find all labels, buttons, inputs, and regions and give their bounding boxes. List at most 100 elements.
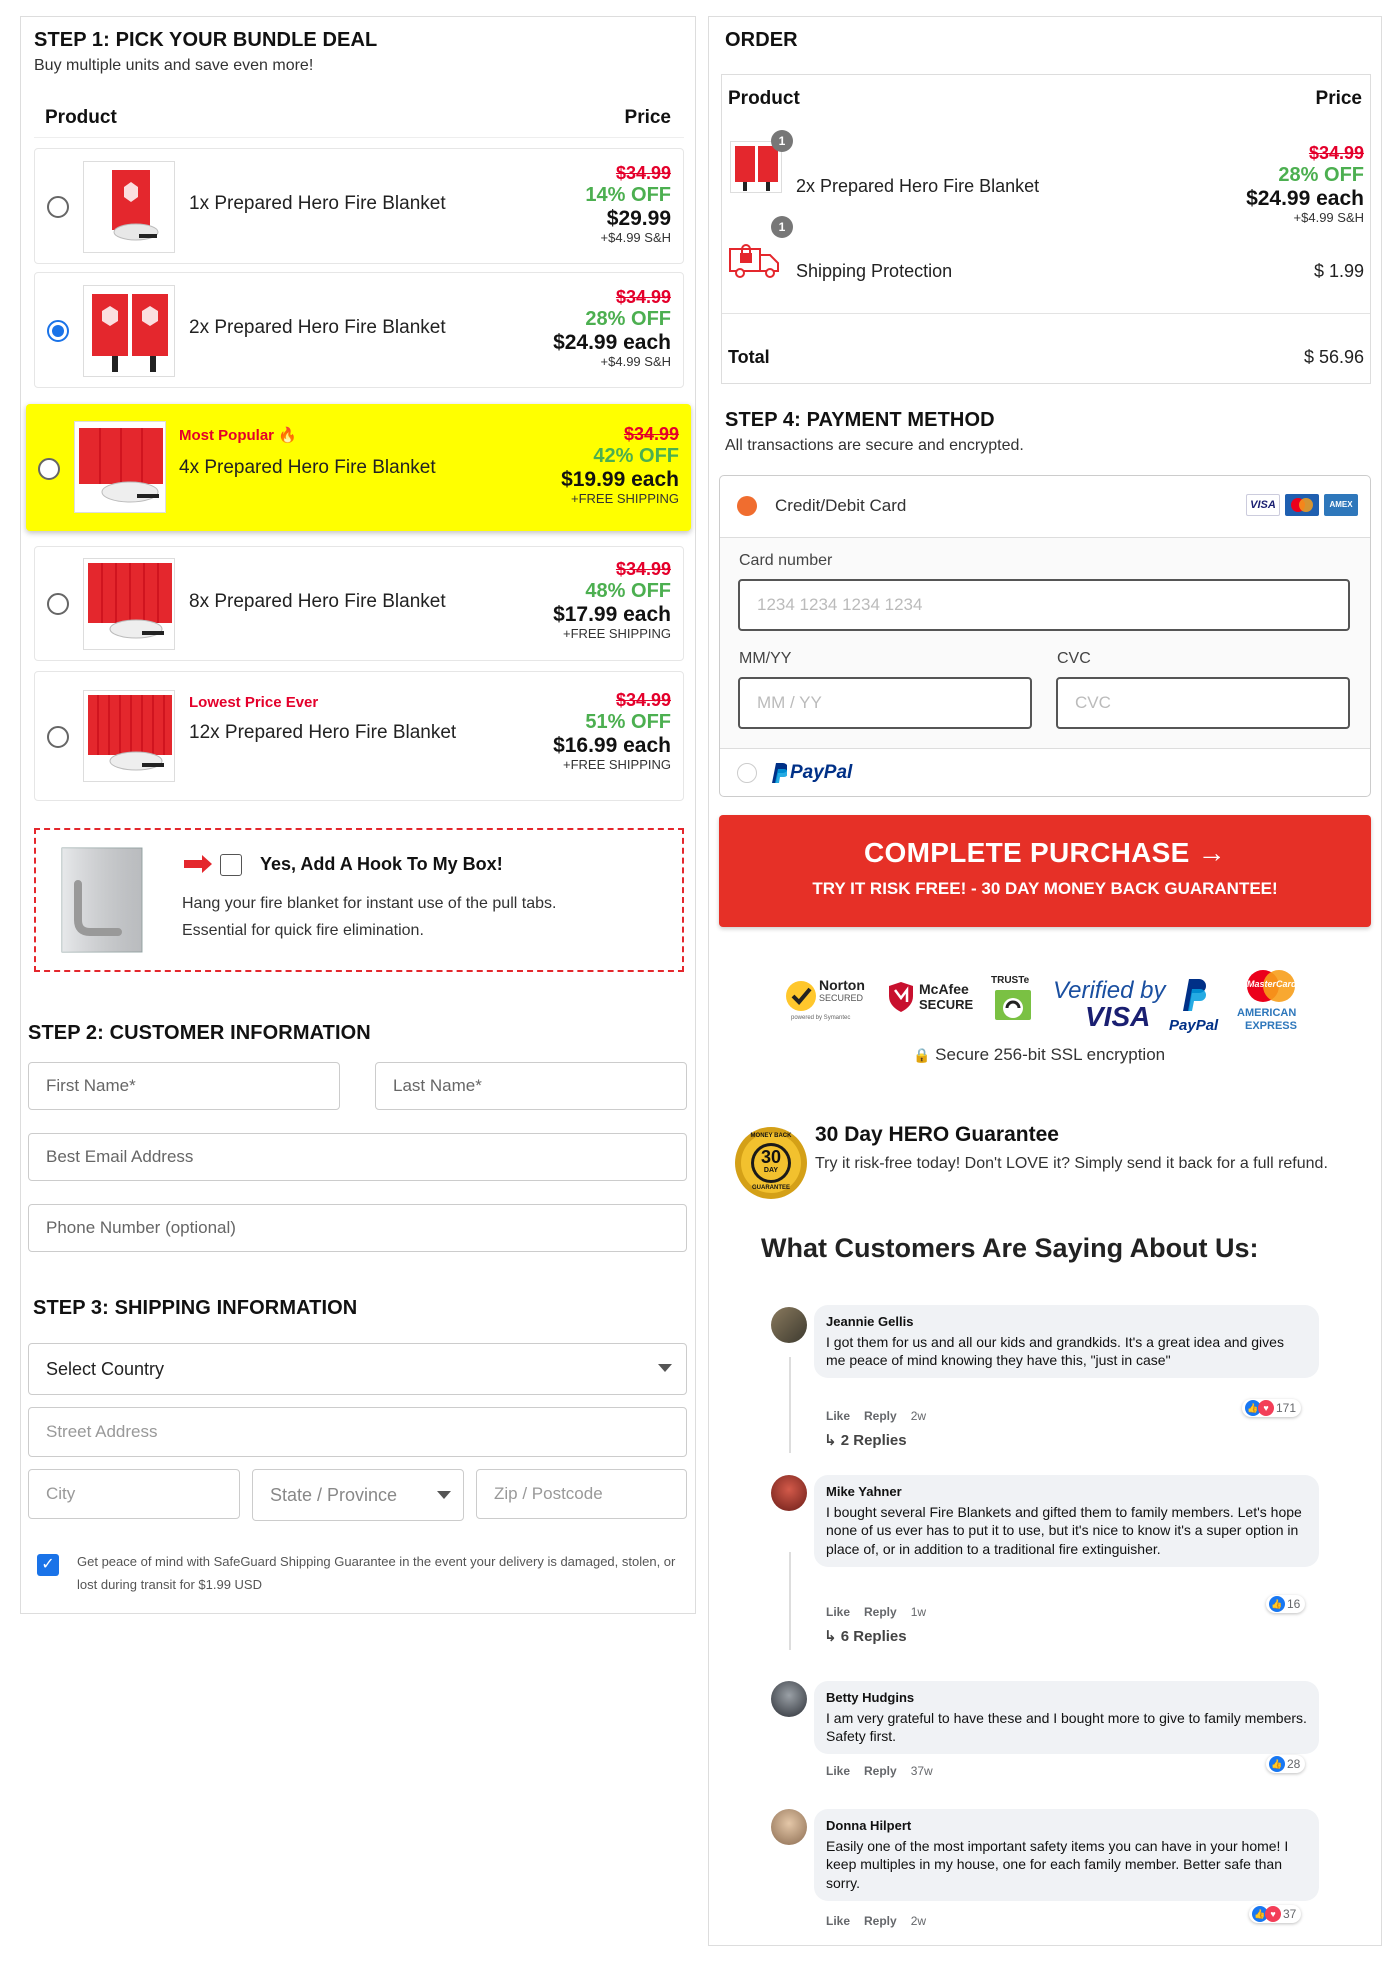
- state-select[interactable]: State / Province: [252, 1469, 464, 1521]
- seal-day-text: DAY: [763, 1167, 779, 1174]
- review-text: I got them for us and all our kids and g…: [826, 1333, 1284, 1369]
- divider: [34, 137, 684, 138]
- bundle-option-8x[interactable]: 8x Prepared Hero Fire Blanket $34.99 48%…: [34, 546, 684, 661]
- card-option-label: Credit/Debit Card: [775, 496, 907, 515]
- order-title: ORDER: [725, 29, 798, 51]
- review-bubble: Betty Hudgins I am very grateful to have…: [814, 1681, 1319, 1755]
- mcafee-shield-icon: [889, 982, 913, 1012]
- avatar: [771, 1681, 807, 1717]
- like-link[interactable]: Like: [826, 1409, 850, 1423]
- safeguard-checkbox-checked[interactable]: ✓: [37, 1554, 59, 1576]
- norton-badge: Norton SECURED powered by Symantec: [785, 975, 869, 1025]
- paypal-badge-label: PayPal: [1169, 1017, 1219, 1034]
- amex-line-1: AMERICAN: [1237, 1007, 1297, 1019]
- step4-title: STEP 4: PAYMENT METHOD: [725, 409, 995, 431]
- paypal-option-row[interactable]: PayPal: [720, 748, 1370, 796]
- hook-desc-2: Essential for quick fire elimination.: [182, 922, 424, 939]
- lock-icon: 🔒: [913, 1047, 931, 1063]
- norton-powered: powered by Symantec: [791, 1015, 851, 1021]
- card-option-row[interactable]: Credit/Debit Card VISA AMEX: [720, 476, 1370, 538]
- payment-box: Credit/Debit Card VISA AMEX Card number …: [719, 475, 1371, 797]
- lowest-price-tag: Lowest Price Ever: [189, 694, 319, 711]
- email-field[interactable]: Best Email Address: [28, 1133, 687, 1181]
- review-bubble: Mike Yahner I bought several Fire Blanke…: [814, 1475, 1319, 1568]
- reaction-number: 16: [1287, 1597, 1301, 1611]
- street-field[interactable]: Street Address: [28, 1407, 687, 1457]
- city-field[interactable]: City: [28, 1469, 240, 1519]
- first-name-field[interactable]: First Name*: [28, 1062, 340, 1110]
- review-text: I am very grateful to have these and I b…: [826, 1709, 1307, 1745]
- cvc-field[interactable]: CVC: [1056, 677, 1350, 729]
- reaction-count: 👍 ♥ 37: [1249, 1905, 1302, 1923]
- bundle-radio-selected[interactable]: [47, 320, 69, 342]
- reaction-number: 28: [1287, 1757, 1301, 1771]
- bundle-radio[interactable]: [47, 196, 69, 218]
- ssl-text: Secure 256-bit SSL encryption: [935, 1045, 1166, 1064]
- cvc-label: CVC: [1057, 650, 1091, 667]
- bundle-name: 12x Prepared Hero Fire Blanket: [189, 722, 457, 743]
- shipping: +$4.99 S&H: [600, 229, 671, 245]
- product-thumbnail: [83, 161, 175, 253]
- bundle-option-2x[interactable]: 2x Prepared Hero Fire Blanket $34.99 28%…: [34, 272, 684, 388]
- reaction-number: 171: [1276, 1401, 1297, 1415]
- shipping: +FREE SHIPPING: [563, 756, 671, 772]
- bundle-name: 1x Prepared Hero Fire Blanket: [189, 193, 446, 214]
- review-actions: Like Reply 2w: [826, 1914, 940, 1928]
- seal-bottom-text: GUARANTEE: [751, 1185, 790, 1191]
- chevron-down-icon: [658, 1364, 672, 1372]
- expiry-field[interactable]: MM / YY: [738, 677, 1032, 729]
- reply-link[interactable]: Reply: [864, 1409, 897, 1423]
- paypal-icon: [1183, 979, 1206, 1011]
- divider: [722, 313, 1370, 314]
- bundle-option-4x[interactable]: Most Popular 🔥 4x Prepared Hero Fire Bla…: [26, 404, 691, 531]
- card-number-field[interactable]: 1234 1234 1234 1234: [738, 579, 1350, 631]
- bundle-prices: $34.99 42% OFF $19.99 each +FREE SHIPPIN…: [561, 424, 679, 507]
- reply-link[interactable]: Reply: [864, 1764, 897, 1778]
- order-table-header: Product Price: [728, 88, 1362, 110]
- step1-title: STEP 1: PICK YOUR BUNDLE DEAL: [34, 29, 378, 51]
- zip-field[interactable]: Zip / Postcode: [476, 1469, 687, 1519]
- paypal-radio[interactable]: [737, 763, 757, 783]
- view-replies-link[interactable]: ↳ 6 Replies: [824, 1627, 907, 1645]
- replies-count: 2 Replies: [840, 1432, 907, 1449]
- bundle-radio[interactable]: [47, 593, 69, 615]
- qty-badge: 1: [771, 130, 793, 152]
- reply-thread-line: [789, 1552, 791, 1650]
- guarantee-text: Try it risk-free today! Don't LOVE it? S…: [815, 1155, 1328, 1172]
- like-link[interactable]: Like: [826, 1764, 850, 1778]
- bundle-radio[interactable]: [38, 458, 60, 480]
- reviews-title: What Customers Are Saying About Us:: [761, 1233, 1259, 1263]
- review-actions: Like Reply 1w: [826, 1605, 940, 1619]
- paypal-label: PayPal: [790, 762, 853, 783]
- review-bubble: Jeannie Gellis I got them for us and all…: [814, 1305, 1319, 1379]
- shipping: +FREE SHIPPING: [571, 490, 679, 506]
- like-link[interactable]: Like: [826, 1914, 850, 1928]
- bundle-option-12x[interactable]: Lowest Price Ever 12x Prepared Hero Fire…: [34, 671, 684, 801]
- phone-field[interactable]: Phone Number (optional): [28, 1204, 687, 1252]
- shipping: +FREE SHIPPING: [563, 625, 671, 641]
- reply-link[interactable]: Reply: [864, 1914, 897, 1928]
- bundle-radio[interactable]: [47, 726, 69, 748]
- view-replies-link[interactable]: ↳ 2 Replies: [824, 1431, 907, 1449]
- like-link[interactable]: Like: [826, 1605, 850, 1619]
- country-select[interactable]: Select Country: [28, 1343, 687, 1395]
- complete-purchase-button[interactable]: COMPLETE PURCHASE → TRY IT RISK FREE! - …: [719, 815, 1371, 927]
- mastercard-amex-badge: MasterCard AMERICAN EXPRESS: [1233, 969, 1309, 1035]
- reply-link[interactable]: Reply: [864, 1605, 897, 1619]
- discount: 48% OFF: [585, 579, 671, 602]
- bundle-option-1x[interactable]: 1x Prepared Hero Fire Blanket $34.99 14%…: [34, 148, 684, 264]
- ssl-note: 🔒 Secure 256-bit SSL encryption: [913, 1045, 1165, 1065]
- qty-badge: 1: [771, 216, 793, 238]
- bundle-table-header: Product Price: [45, 107, 671, 129]
- discount: 14% OFF: [585, 183, 671, 206]
- bundle-name: 4x Prepared Hero Fire Blanket: [179, 457, 436, 478]
- money-back-seal: 30 MONEY BACK DAY GUARANTEE: [731, 1123, 811, 1203]
- hook-checkbox[interactable]: [220, 854, 242, 876]
- discount: 51% OFF: [585, 710, 671, 733]
- reaction-number: 37: [1283, 1907, 1297, 1921]
- last-name-field[interactable]: Last Name*: [375, 1062, 687, 1110]
- verified-by-visa-badge: Verified by VISA: [1049, 975, 1169, 1033]
- card-radio-selected[interactable]: [737, 496, 757, 516]
- paypal-badge: PayPal: [1167, 977, 1231, 1037]
- old-price: $34.99: [615, 163, 671, 183]
